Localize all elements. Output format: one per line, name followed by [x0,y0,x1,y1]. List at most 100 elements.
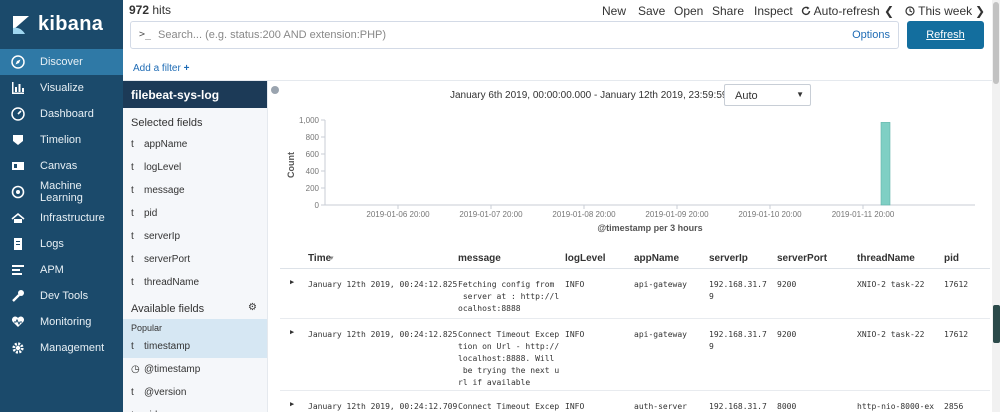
gear-icon [11,341,25,355]
column-header-message[interactable]: message [458,253,501,264]
y-tick-label: 200 [306,184,320,193]
expand-row-icon[interactable]: ▶ [290,400,294,408]
query-prompt: >_ [139,29,152,40]
selected-field-appName[interactable]: t appName [123,133,267,156]
string-type-icon: t [131,277,134,288]
interval-select[interactable]: Auto ▼ [724,84,811,106]
nav-item-visualize[interactable]: Visualize [0,75,123,101]
nav-item-discover[interactable]: Discover [0,49,123,75]
scrollbar[interactable] [992,0,1000,412]
canvas-icon [11,159,25,173]
y-tick-label: 800 [306,133,320,142]
selected-field-message[interactable]: t message [123,179,267,202]
sort-down-icon[interactable]: ▾ [330,254,334,262]
nav-label: Dev Tools [40,290,89,302]
expand-row-icon[interactable]: ▶ [290,328,294,336]
nav-label: Monitoring [40,316,92,328]
y-axis-label: Count [286,152,296,178]
options-button[interactable]: Options [852,29,890,41]
histogram-chart: 0 200 400 600 800 1,000 Count 2019-01-06 20:00 2… [286,116,975,233]
time-picker-button[interactable]: This week [905,4,972,18]
column-header-loglevel[interactable]: logLevel [565,253,606,264]
cell-time: January 12th 2019, 00:24:12.825 [308,280,458,289]
column-header-appname[interactable]: appName [634,253,679,264]
available-field-version[interactable]: t @version [123,381,267,404]
gear-icon[interactable]: ⚙ [248,302,257,313]
brand-name: kibana [38,13,104,35]
available-field-timestamp[interactable]: t timestamp [123,335,267,358]
available-field-id[interactable]: t_id [123,404,267,412]
save-button[interactable]: Save [638,4,665,18]
popular-label: Popular [123,319,267,335]
selected-field-threadName[interactable]: t threadName [123,271,267,294]
kibana-app: kibana Discover Visualize Dashboard Timelio… [0,0,1000,412]
table-header: Time ▾ message logLevel appName serverIp serve… [280,245,990,269]
nav-label: Management [40,342,105,354]
selected-field-logLevel[interactable]: t logLevel [123,156,267,179]
chevron-left-icon[interactable]: ❮ [884,4,894,18]
table-row[interactable]: ▶ January 12th 2019, 00:24:12.825 Connect … [280,319,990,391]
nav-item-management[interactable]: Management [0,335,123,361]
string-type-icon: t [131,254,134,265]
string-type-icon: t [131,387,134,398]
cell-message: Connect Timeout Excep tion on Url - http:… [458,330,560,387]
selected-field-serverPort[interactable]: t serverPort [123,248,267,271]
inspect-button[interactable]: Inspect [754,4,793,18]
nav-item-monitoring[interactable]: Monitoring [0,309,123,335]
cell-pid: 2856 [944,402,964,411]
open-button[interactable]: Open [674,4,703,18]
table-row[interactable]: ▶ January 12th 2019, 00:24:12.709 Connect … [280,391,990,412]
query-bar[interactable]: >_ Search... (e.g. status:200 AND extens… [130,21,899,49]
add-filter-link[interactable]: Add a filter + [133,63,189,74]
index-pattern[interactable]: filebeat-sys-log [123,81,267,108]
share-button[interactable]: Share [712,4,744,18]
shield-icon [11,133,25,147]
caret-down-icon: ▼ [796,90,804,99]
field-sidebar: filebeat-sys-log Selected fields t appNam… [123,81,268,412]
cell-appname: api-gateway [634,280,687,289]
nav-label: Logs [40,238,64,250]
table-row[interactable]: ▶ January 12th 2019, 00:24:12.825 Fetching… [280,269,990,319]
bar-chart-icon [11,81,25,95]
nav-item-infrastructure[interactable]: Infrastructure [0,205,123,231]
column-header-pid[interactable]: pid [944,253,959,264]
nav-label: Visualize [40,82,84,94]
refresh-icon [801,6,811,15]
nav-item-dev-tools[interactable]: Dev Tools [0,283,123,309]
chevron-right-icon[interactable]: ❯ [975,4,985,18]
selected-field-pid[interactable]: t pid [123,202,267,225]
brand[interactable]: kibana [0,0,123,49]
column-header-serverport[interactable]: serverPort [777,253,827,264]
nav-label: Discover [40,56,83,68]
search-input[interactable]: Search... (e.g. status:200 AND extension… [158,29,386,41]
column-header-time[interactable]: Time [308,253,331,264]
nav-item-machine-learning[interactable]: Machine Learning [0,179,123,205]
nav-item-dashboard[interactable]: Dashboard [0,101,123,127]
cell-loglevel: INFO [565,330,585,339]
expand-row-icon[interactable]: ▶ [290,278,294,286]
new-button[interactable]: New [602,4,626,18]
nav-item-timelion[interactable]: Timelion [0,127,123,153]
refresh-button[interactable]: Refresh [907,21,984,49]
cell-serverport: 8000 [777,402,797,411]
nav-item-canvas[interactable]: Canvas [0,153,123,179]
logs-icon [11,237,25,251]
column-header-threadname[interactable]: threadName [857,253,915,264]
cell-threadname: XNIO-2 task-22 [857,330,925,339]
selected-field-serverIp[interactable]: t serverIp [123,225,267,248]
nav-item-logs[interactable]: Logs [0,231,123,257]
nav-item-apm[interactable]: APM [0,257,123,283]
x-tick-label: 2019-01-08 20:00 [552,210,616,219]
top-bar: 972 hits New Save Open Share Inspect Aut… [123,0,1000,20]
cell-serverport: 9200 [777,280,797,289]
collapse-sidebar-button[interactable] [271,86,279,94]
compass-icon [11,55,25,69]
cell-serverip: 192.168.31.7 9 [709,280,767,301]
available-field-timestamp[interactable]: ◷ @timestamp [123,358,267,381]
x-tick-label: 2019-01-07 20:00 [459,210,523,219]
x-tick-label: 2019-01-09 20:00 [645,210,709,219]
time-range: January 6th 2019, 00:00:00.000 - January… [450,90,760,101]
column-header-serverip[interactable]: serverIp [709,253,748,264]
x-tick-label: 2019-01-11 20:00 [832,210,895,219]
auto-refresh-button[interactable]: Auto-refresh [801,4,880,18]
